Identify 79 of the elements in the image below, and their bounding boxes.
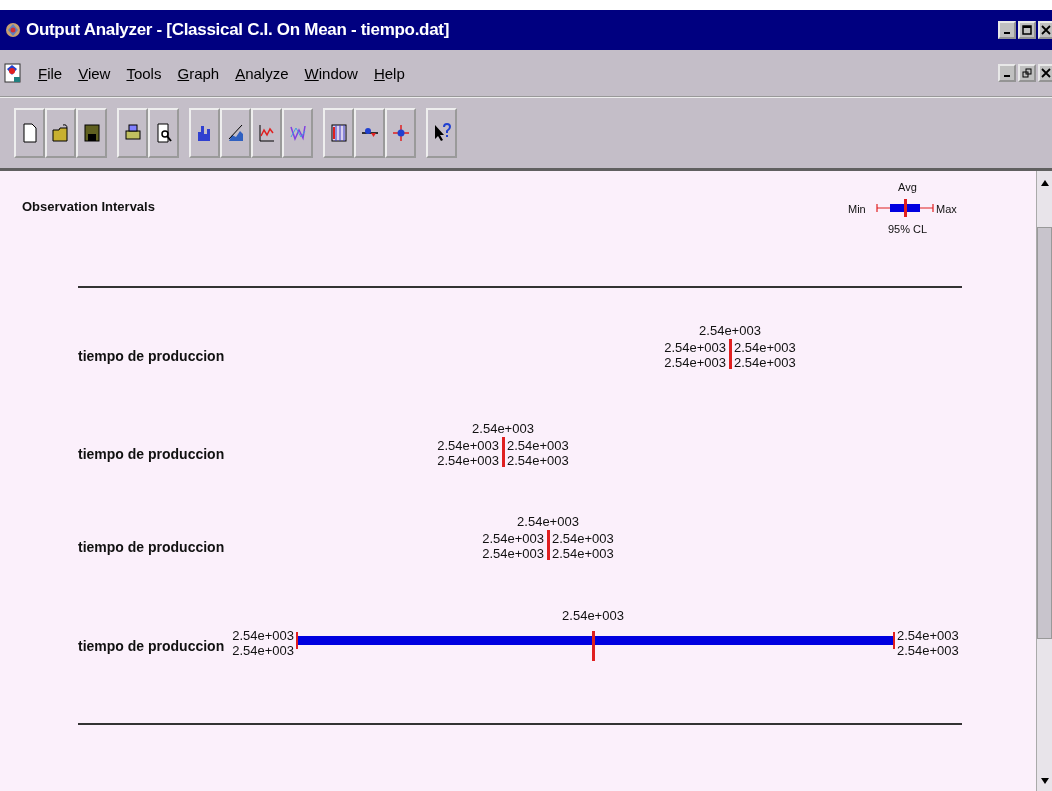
maximum-marker (893, 632, 895, 649)
scroll-thumb[interactable] (1037, 227, 1052, 639)
average-value: 2.54e+003 (517, 514, 579, 529)
line-button[interactable] (251, 108, 282, 158)
menu-item[interactable]: Graph (177, 64, 220, 82)
series-label: tiempo de produccion (78, 446, 225, 462)
menu-item[interactable]: View (78, 64, 111, 82)
legend-label: 95% CL (888, 223, 928, 235)
series-label: tiempo de produccion (78, 638, 225, 654)
close-button[interactable] (1038, 21, 1052, 39)
average-value: 2.54e+003 (472, 421, 534, 436)
scroll-down-icon[interactable] (1039, 777, 1050, 785)
legend-drawing (876, 199, 934, 217)
open-button[interactable] (45, 108, 76, 158)
average-marker (592, 631, 595, 661)
minimum-marker (296, 632, 298, 649)
area-button[interactable] (220, 108, 251, 158)
flow-button[interactable] (354, 108, 385, 158)
menu-item[interactable]: File (38, 64, 63, 82)
lower-confidence-value: 2.54e+003 (437, 438, 499, 453)
average-value: 2.54e+003 (699, 323, 761, 338)
save-button[interactable] (76, 108, 107, 158)
close-button[interactable] (1038, 64, 1052, 82)
minimize-icon (1004, 75, 1010, 77)
close-icon (1041, 25, 1051, 35)
legend-label: Min (848, 203, 866, 215)
maximum-value: 2.54e+003 (897, 643, 959, 658)
maximize-button[interactable] (1018, 21, 1036, 39)
help-button[interactable] (426, 108, 457, 158)
minimize-icon (1004, 32, 1010, 34)
series-label: tiempo de produccion (78, 539, 225, 555)
maximum-value: 2.54e+003 (734, 355, 796, 370)
lower-confidence-value: 2.54e+003 (664, 340, 726, 355)
new-button[interactable] (14, 108, 45, 158)
app-icon (4, 21, 22, 39)
upper-confidence-value: 2.54e+003 (552, 531, 614, 546)
menu-item[interactable]: Analyze (235, 64, 289, 82)
menu-item[interactable]: Window (304, 64, 358, 82)
window-title: Output Analyzer - [Classical C.I. On Mean - tiempo.dat] (26, 20, 450, 40)
maximum-value: 2.54e+003 (552, 546, 614, 561)
close-icon (1041, 68, 1051, 78)
maximum-value: 2.54e+003 (507, 453, 569, 468)
average-marker (502, 437, 505, 467)
minimum-value: 2.54e+003 (664, 355, 726, 370)
folder-icon (50, 122, 71, 144)
target-button[interactable] (385, 108, 416, 158)
vertical-scrollbar[interactable] (1036, 171, 1052, 791)
scroll-up-icon[interactable] (1039, 179, 1050, 187)
restore-button[interactable] (1018, 64, 1036, 82)
series-label: tiempo de produccion (78, 348, 225, 364)
graph-title: Observation Intervals (22, 199, 155, 214)
menu-item[interactable]: Help (373, 64, 405, 82)
legend-label: Avg (898, 181, 917, 193)
document-icon[interactable] (4, 63, 22, 83)
minimize-button[interactable] (998, 64, 1016, 82)
line-chart-icon (256, 122, 277, 144)
average-marker (547, 530, 550, 560)
print-button[interactable] (117, 108, 148, 158)
menu-item[interactable]: Tools (126, 64, 162, 82)
minimum-value: 2.54e+003 (232, 643, 294, 658)
upper-confidence-value: 2.54e+003 (897, 628, 959, 643)
minimum-value: 2.54e+003 (437, 453, 499, 468)
restore-icon (1022, 68, 1032, 78)
grid-button[interactable] (323, 108, 354, 158)
minimum-value: 2.54e+003 (482, 546, 544, 561)
average-marker (729, 339, 732, 369)
lower-confidence-value: 2.54e+003 (232, 628, 294, 643)
lower-confidence-value: 2.54e+003 (482, 531, 544, 546)
legend-label: Max (936, 203, 957, 215)
upper-confidence-value: 2.54e+003 (507, 438, 569, 453)
upper-confidence-value: 2.54e+003 (734, 340, 796, 355)
hist-button[interactable] (189, 108, 220, 158)
preview-button[interactable] (148, 108, 179, 158)
average-value: 2.54e+003 (562, 608, 624, 623)
columns-icon (328, 122, 349, 144)
multi-button[interactable] (282, 108, 313, 158)
maximize-icon (1022, 25, 1032, 35)
crosshair-icon (390, 122, 411, 144)
minimize-button[interactable] (998, 21, 1016, 39)
